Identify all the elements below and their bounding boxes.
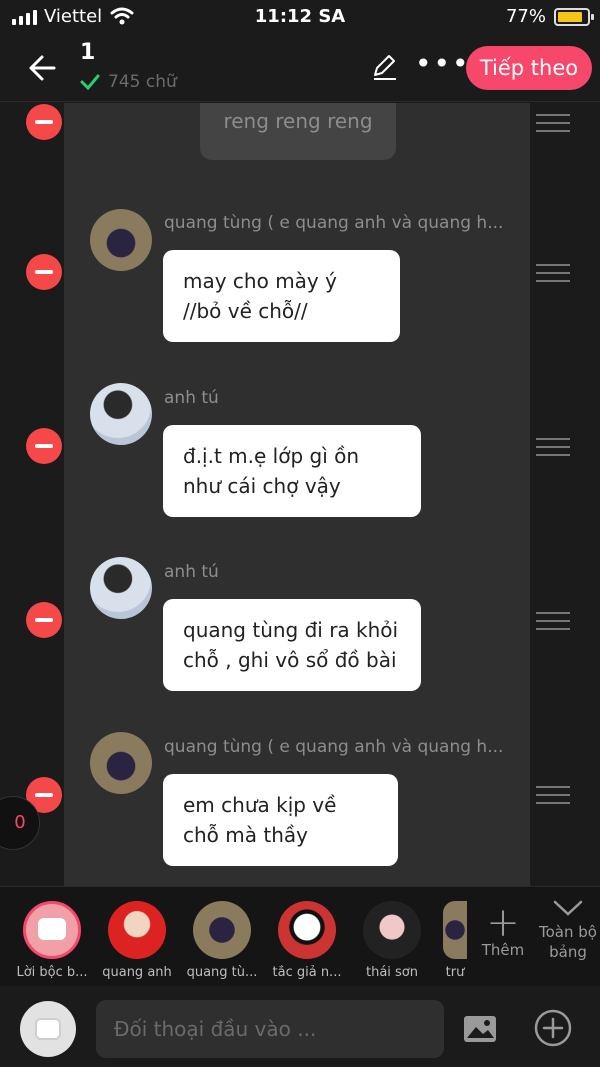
narration-bubble[interactable]: reng reng reng bbox=[200, 103, 396, 160]
delete-message-button[interactable] bbox=[26, 602, 62, 638]
narration-text: reng reng reng bbox=[223, 109, 373, 133]
add-icon[interactable] bbox=[534, 1009, 572, 1047]
next-button[interactable]: Tiếp theo bbox=[466, 46, 592, 90]
character-avatar bbox=[193, 901, 251, 959]
avatar[interactable] bbox=[90, 209, 152, 271]
status-bar: Viettel 11:12 SA 77% bbox=[0, 0, 600, 34]
plus-icon: + bbox=[486, 900, 520, 946]
back-arrow-icon[interactable] bbox=[24, 48, 64, 88]
message-bubble[interactable]: em chưa kịp về chỗ mà thầy bbox=[163, 774, 398, 866]
character-name: quang anh bbox=[102, 965, 172, 980]
avatar[interactable] bbox=[90, 557, 152, 619]
all-board-button[interactable]: Toàn bộ bảng bbox=[536, 899, 600, 962]
delete-narration-button[interactable] bbox=[26, 104, 62, 140]
character-item[interactable]: quang tù... bbox=[180, 901, 264, 980]
all-board-label: Toàn bộ bảng bbox=[539, 923, 597, 961]
check-icon bbox=[80, 74, 100, 90]
character-name: thái sơn bbox=[365, 965, 418, 980]
sender-name: anh tú bbox=[164, 562, 219, 582]
drag-handle-icon[interactable] bbox=[536, 114, 570, 134]
character-avatar bbox=[278, 901, 336, 959]
nav-bar: 1 745 chữ ••• Tiếp theo bbox=[0, 34, 600, 102]
drag-handle-icon[interactable] bbox=[536, 786, 570, 806]
avatar[interactable] bbox=[90, 383, 152, 445]
character-name: tắc giả n... bbox=[272, 965, 342, 980]
chevron-down-icon bbox=[553, 900, 583, 916]
word-count-label: 745 chữ bbox=[108, 72, 177, 92]
character-item[interactable]: trư bbox=[430, 901, 480, 980]
character-narrator[interactable]: Lời bộc b... bbox=[10, 901, 94, 980]
message-bubble[interactable]: may cho mày ý //bỏ về chỗ// bbox=[163, 250, 400, 342]
add-character-button[interactable]: + Thêm bbox=[480, 900, 526, 959]
battery-percent: 77% bbox=[505, 6, 546, 27]
character-avatar bbox=[363, 901, 421, 959]
character-name: trư bbox=[445, 965, 465, 980]
character-bar: Lời bộc b... quang anh quang tù... tắc g… bbox=[0, 886, 600, 986]
message-bubble[interactable]: quang tùng đi ra khỏi chỗ , ghi vô sổ đồ… bbox=[163, 599, 421, 691]
sender-name: quang tùng ( e quang anh và quang h... bbox=[164, 737, 504, 757]
avatar[interactable] bbox=[90, 732, 152, 794]
drag-handle-icon[interactable] bbox=[536, 438, 570, 458]
input-bar bbox=[0, 986, 600, 1067]
character-avatar bbox=[443, 901, 467, 959]
character-item[interactable]: thái sơn bbox=[350, 901, 434, 980]
narrator-toggle-button[interactable] bbox=[20, 1001, 76, 1057]
chat-list[interactable]: reng reng reng quang tùng ( e quang anh … bbox=[0, 103, 600, 886]
drag-handle-icon[interactable] bbox=[536, 612, 570, 632]
narrator-icon bbox=[23, 901, 81, 959]
sender-name: anh tú bbox=[164, 388, 219, 408]
character-item[interactable]: tắc giả n... bbox=[265, 901, 349, 980]
sender-name: quang tùng ( e quang anh và quang h... bbox=[164, 213, 504, 233]
chat-bubble-icon bbox=[35, 1018, 61, 1040]
character-avatar bbox=[108, 901, 166, 959]
edit-pencil-icon[interactable] bbox=[370, 52, 400, 82]
add-character-label: Thêm bbox=[481, 941, 525, 959]
word-count: 745 chữ bbox=[80, 72, 177, 92]
message-bubble[interactable]: đ.ị.t m.ẹ lớp gì ồn như cái chợ vậy bbox=[163, 425, 421, 517]
battery-icon bbox=[554, 8, 594, 26]
delete-message-button[interactable] bbox=[26, 254, 62, 290]
character-item[interactable]: quang anh bbox=[95, 901, 179, 980]
more-options-icon[interactable]: ••• bbox=[415, 50, 469, 80]
chapter-title: 1 bbox=[80, 40, 96, 65]
image-icon[interactable] bbox=[462, 1013, 498, 1045]
character-name: Lời bộc b... bbox=[16, 965, 88, 980]
character-name: quang tù... bbox=[186, 965, 258, 980]
delete-message-button[interactable] bbox=[26, 428, 62, 464]
drag-handle-icon[interactable] bbox=[536, 264, 570, 284]
dialogue-input[interactable] bbox=[96, 1000, 444, 1058]
